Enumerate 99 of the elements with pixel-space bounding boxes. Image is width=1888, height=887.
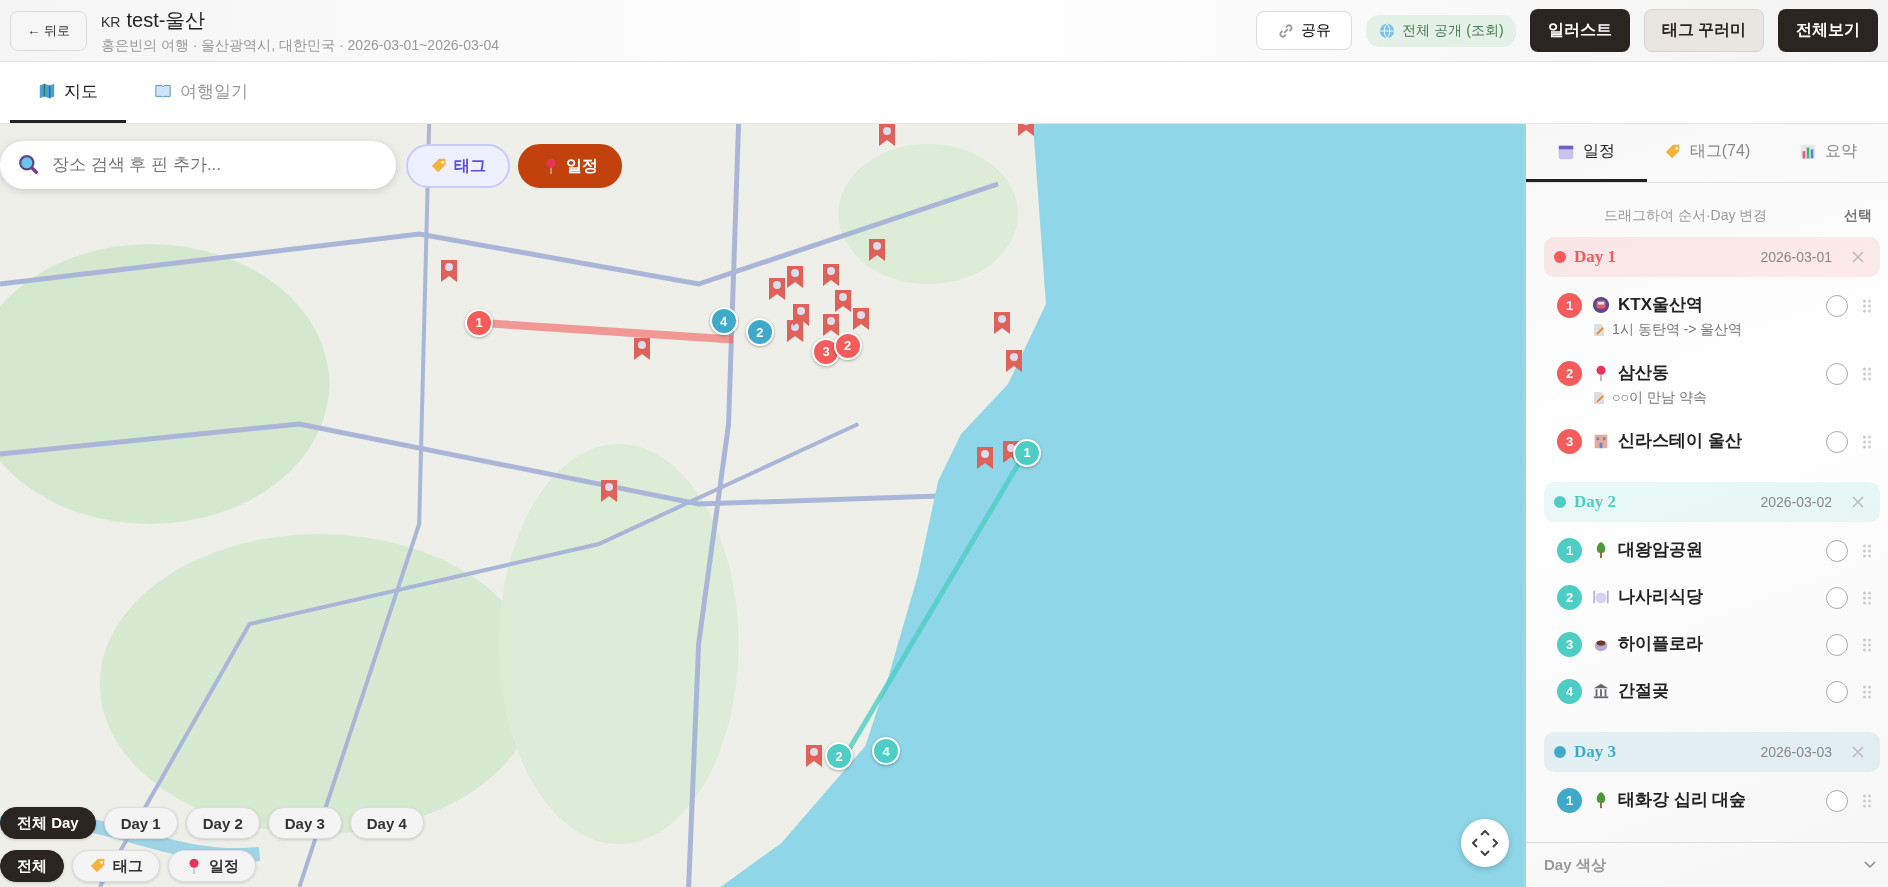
trip-title: test-울산 [126,7,206,33]
type-filter-chip[interactable]: 전체 [0,850,64,882]
stop-number: 2 [1557,585,1582,610]
globe-icon [1378,21,1397,40]
stop-name[interactable]: KTX울산역 [1618,293,1703,316]
bookmark-pin-icon[interactable] [632,337,651,362]
day-filter-chip[interactable]: Day 2 [185,807,260,839]
columned-building-icon [1592,681,1610,700]
drag-hint: 드래그하여 순서·Day 변경 [1604,207,1768,225]
stop-name[interactable]: 태화강 십리 대숲 [1618,788,1747,811]
drag-handle-icon[interactable] [1862,435,1872,449]
bookmark-pin-icon[interactable] [833,289,852,313]
day-title: Day 1 [1574,247,1618,267]
four-arrows-icon [1472,830,1498,856]
sidebar-tab[interactable]: 요약 [1767,124,1888,182]
memo-icon [1592,323,1606,337]
memo-icon [1592,391,1606,405]
bookmark-pin-icon[interactable] [767,276,786,301]
select-checkbox[interactable] [1826,295,1848,317]
header-action-button[interactable]: 전체보기 [1778,9,1878,52]
bookmark-pin-icon[interactable] [600,479,619,504]
day-date: 2026-03-02 [1760,494,1832,510]
select-checkbox[interactable] [1826,634,1848,656]
drag-handle-icon[interactable] [1862,591,1872,605]
day-date: 2026-03-03 [1760,744,1832,760]
trip-subtitle: 홍은빈의 여행 · 울산광역시, 대한민국 · 2026-03-01~2026-03-04 [101,36,500,55]
bookmark-pin-icon[interactable] [804,744,823,769]
visibility-badge: 전체 공개 (조회) [1366,14,1516,47]
day-filter-chip[interactable]: 전체 Day [0,807,96,839]
bookmark-pin-icon[interactable] [821,313,840,338]
select-checkbox[interactable] [1826,540,1848,562]
stop-name[interactable]: 신라스테이 울산 [1618,429,1742,452]
drag-handle-icon[interactable] [1862,544,1872,558]
select-checkbox[interactable] [1826,681,1848,703]
day-title: Day 2 [1574,492,1618,512]
bookmark-pin-icon[interactable] [851,307,870,332]
day-filter-chip[interactable]: Day 1 [103,807,178,839]
stop-name[interactable]: 하이플로라 [1618,632,1703,655]
day-filter-chip[interactable]: Day 4 [349,807,424,839]
country-code: KR [101,13,121,30]
bar-chart-icon [1798,142,1817,161]
search-field[interactable]: 장소 검색 후 핀 추가... [0,141,396,189]
tag-mode-button[interactable]: 태그 [406,144,510,188]
bookmark-pin-icon[interactable] [785,319,804,344]
bookmark-pin-icon[interactable] [867,238,886,263]
share-button[interactable]: 공유 [1256,11,1353,50]
train-icon [1592,295,1610,314]
header-action-button[interactable]: 태그 꾸러미 [1643,9,1764,52]
drag-handle-icon[interactable] [1862,685,1872,699]
select-checkbox[interactable] [1826,363,1848,385]
stop-number: 3 [1557,429,1582,454]
bookmark-pin-icon[interactable] [821,262,840,287]
stop-name[interactable]: 삼산동 [1618,361,1669,384]
stop-name[interactable]: 대왕암공원 [1618,538,1703,561]
bookmark-pin-icon[interactable] [1004,349,1023,374]
schedule-mode-button[interactable]: 일정 [518,144,622,188]
day-filter-chip[interactable]: Day 3 [267,807,342,839]
stop-note: ○○이 만남 약속 [1612,389,1707,407]
book-icon [154,82,172,100]
select-link[interactable]: 선택 [1844,207,1872,225]
map-icon [38,82,56,100]
bookmark-pin-icon[interactable] [440,258,459,283]
bookmark-pin-icon[interactable] [992,310,1011,335]
select-checkbox[interactable] [1826,431,1848,453]
drag-handle-icon[interactable] [1862,638,1872,652]
drag-handle-icon[interactable] [1862,299,1872,313]
close-icon [1852,250,1864,263]
drag-handle-icon[interactable] [1862,794,1872,808]
type-filter-chip[interactable]: 일정 [168,850,256,882]
stop-number: 1 [1557,538,1582,563]
close-icon [1852,495,1864,508]
link-icon [1277,21,1296,40]
tag-icon [430,157,448,175]
stop-number: 1 [1557,788,1582,813]
day-date: 2026-03-01 [1760,249,1832,265]
type-filter-chip[interactable]: 태그 [72,850,160,882]
tag-icon [89,857,107,875]
bookmark-pin-icon[interactable] [791,303,810,328]
select-checkbox[interactable] [1826,790,1848,812]
stop-note: 1시 동탄역 -> 울산역 [1612,321,1743,339]
tag-icon [1663,142,1682,161]
chevron-down-icon[interactable] [1864,861,1876,869]
stop-number: 3 [1557,632,1582,657]
stop-number: 2 [1557,361,1582,386]
header-action-button[interactable]: 일러스트 [1529,9,1630,52]
bookmark-pin-icon[interactable] [878,124,897,147]
bookmark-pin-icon[interactable] [785,264,804,289]
stop-name[interactable]: 간절곶 [1618,679,1669,702]
day-title: Day 3 [1574,742,1618,762]
stop-name[interactable]: 나사리식당 [1618,585,1703,608]
search-icon [18,154,40,176]
drag-handle-icon[interactable] [1862,367,1872,381]
close-icon [1852,745,1864,758]
back-button[interactable]: ← 뒤로 [10,10,88,51]
bookmark-pin-icon[interactable] [975,445,994,470]
sidebar-tab[interactable]: 일정 [1526,124,1647,182]
stop-number: 1 [1557,293,1582,318]
select-checkbox[interactable] [1826,587,1848,609]
stop-number: 4 [1557,679,1582,704]
